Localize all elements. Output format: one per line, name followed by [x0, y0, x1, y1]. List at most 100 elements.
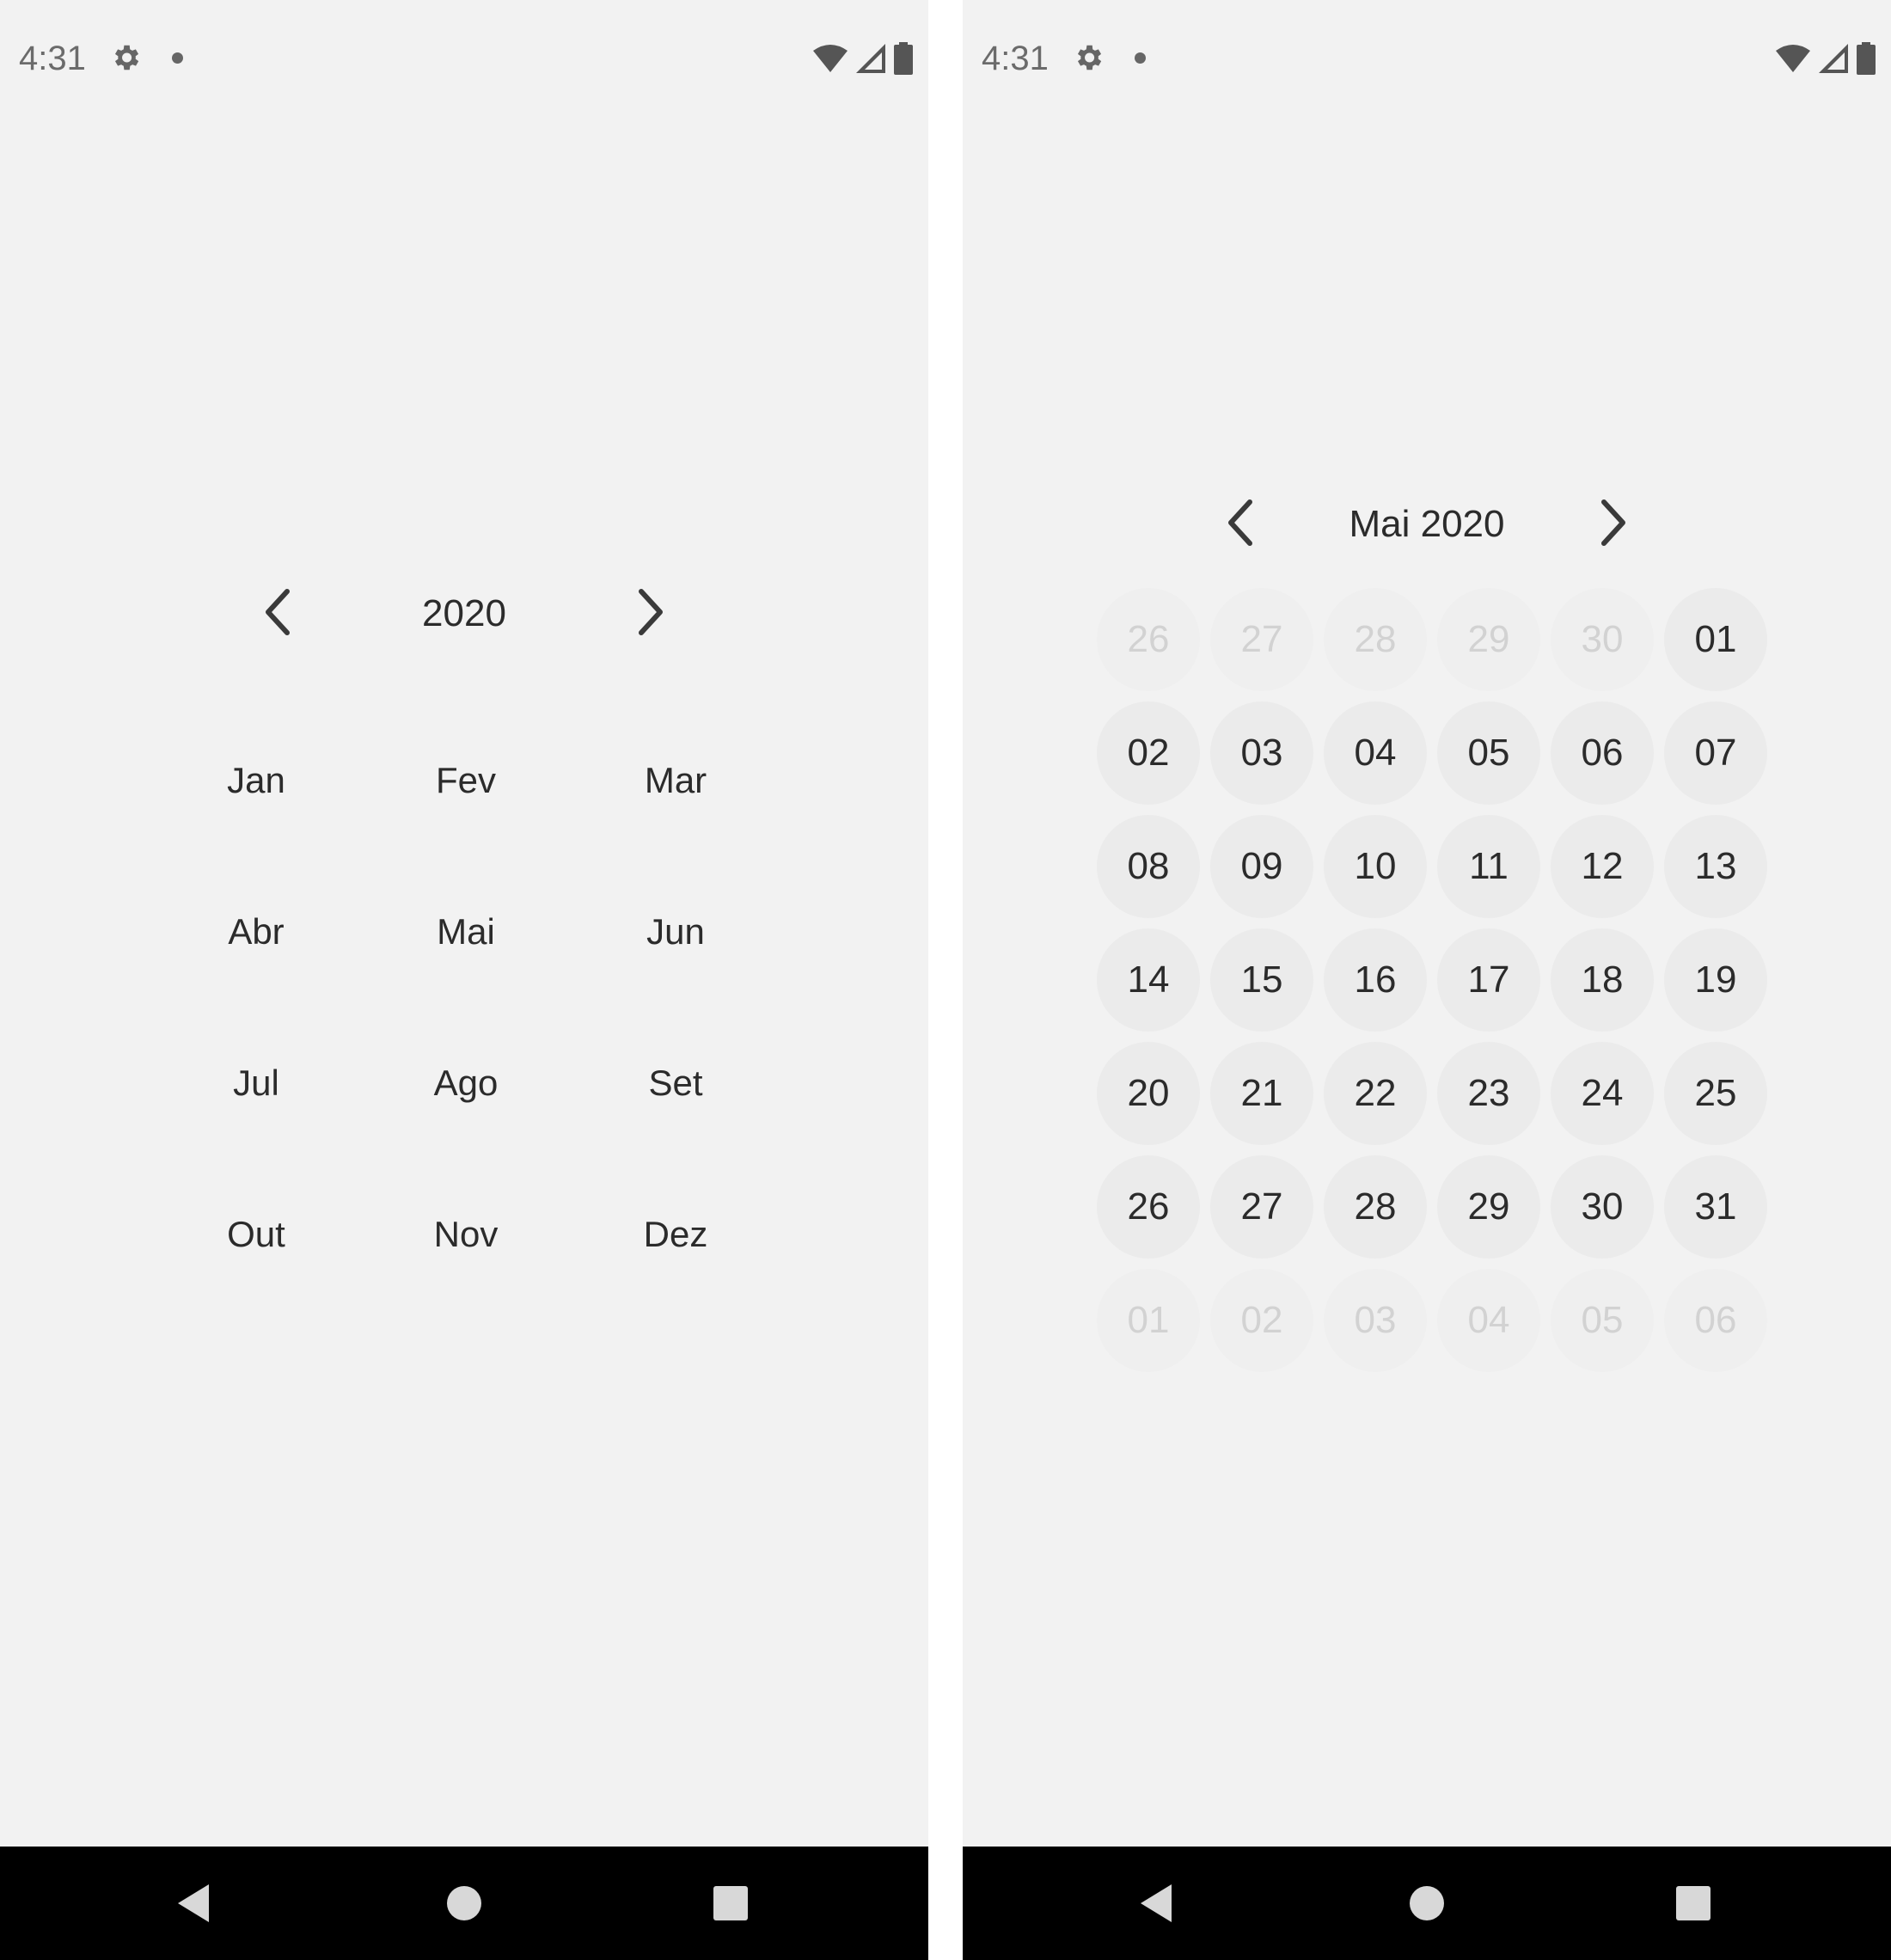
day-button[interactable]: 23 [1437, 1042, 1540, 1145]
day-button[interactable]: 03 [1210, 701, 1313, 805]
day-button[interactable]: 18 [1551, 928, 1654, 1032]
day-button[interactable]: 16 [1324, 928, 1427, 1032]
adjacent-month-day-button[interactable]: 02 [1210, 1269, 1313, 1372]
back-button[interactable] [162, 1872, 224, 1934]
day-cell: 24 [1545, 1037, 1659, 1150]
day-cell: 29 [1432, 1150, 1545, 1264]
status-time: 4:31 [982, 40, 1049, 77]
status-bar: 4:31 [0, 0, 928, 117]
day-button[interactable]: 09 [1210, 815, 1313, 918]
day-button[interactable]: 25 [1664, 1042, 1767, 1145]
adjacent-month-day-button[interactable]: 28 [1324, 588, 1427, 691]
day-cell: 18 [1545, 923, 1659, 1037]
status-bar: 4:31 [963, 0, 1891, 117]
day-cell: 19 [1659, 923, 1772, 1037]
day-button[interactable]: 29 [1437, 1155, 1540, 1259]
day-cell: 14 [1092, 923, 1205, 1037]
navigation-bar [963, 1847, 1891, 1960]
adjacent-month-day-button[interactable]: 29 [1437, 588, 1540, 691]
day-button[interactable]: 07 [1664, 701, 1767, 805]
month-cell[interactable]: Mai [361, 856, 571, 1008]
day-cell: 23 [1432, 1037, 1545, 1150]
recents-button[interactable] [700, 1872, 762, 1934]
day-cell: 07 [1659, 696, 1772, 810]
day-cell: 11 [1432, 810, 1545, 923]
month-cell[interactable]: Nov [361, 1159, 571, 1310]
month-picker-screen: 4:31 2020 Jan Fev Mar Abr Mai Jun Jul Ag… [0, 0, 928, 1960]
adjacent-month-day-button[interactable]: 04 [1437, 1269, 1540, 1372]
day-button[interactable]: 22 [1324, 1042, 1427, 1145]
adjacent-month-day-button[interactable]: 26 [1097, 588, 1200, 691]
day-cell: 02 [1092, 696, 1205, 810]
day-cell: 29 [1432, 583, 1545, 696]
previous-month-button[interactable] [1215, 497, 1267, 548]
adjacent-month-day-button[interactable]: 30 [1551, 588, 1654, 691]
day-button[interactable]: 31 [1664, 1155, 1767, 1259]
day-cell: 13 [1659, 810, 1772, 923]
adjacent-month-day-button[interactable]: 05 [1551, 1269, 1654, 1372]
day-button[interactable]: 08 [1097, 815, 1200, 918]
day-picker-screen: 4:31 Mai 2020 26 27 28 29 30 01 02 03 04… [963, 0, 1891, 1960]
next-month-button[interactable] [1587, 497, 1638, 548]
day-button[interactable]: 27 [1210, 1155, 1313, 1259]
day-button[interactable]: 05 [1437, 701, 1540, 805]
home-icon [1410, 1886, 1444, 1920]
day-button[interactable]: 13 [1664, 815, 1767, 918]
month-cell[interactable]: Dez [571, 1159, 780, 1310]
home-button[interactable] [433, 1872, 495, 1934]
day-button[interactable]: 15 [1210, 928, 1313, 1032]
day-button[interactable]: 17 [1437, 928, 1540, 1032]
day-button[interactable]: 28 [1324, 1155, 1427, 1259]
day-button[interactable]: 04 [1324, 701, 1427, 805]
next-year-button[interactable] [624, 586, 676, 638]
battery-icon [894, 42, 913, 75]
day-button[interactable]: 06 [1551, 701, 1654, 805]
battery-icon [1857, 42, 1876, 75]
day-button[interactable]: 14 [1097, 928, 1200, 1032]
wifi-icon [1776, 45, 1810, 72]
month-cell[interactable]: Ago [361, 1008, 571, 1159]
day-button[interactable]: 30 [1551, 1155, 1654, 1259]
year-title[interactable]: 2020 [335, 593, 593, 634]
status-time: 4:31 [19, 40, 86, 77]
gear-icon [1077, 45, 1102, 70]
day-cell: 05 [1545, 1264, 1659, 1377]
adjacent-month-day-button[interactable]: 27 [1210, 588, 1313, 691]
day-button[interactable]: 12 [1551, 815, 1654, 918]
previous-year-button[interactable] [253, 586, 304, 638]
day-cell: 16 [1319, 923, 1432, 1037]
adjacent-month-day-button[interactable]: 06 [1664, 1269, 1767, 1372]
recents-button[interactable] [1662, 1872, 1724, 1934]
gear-icon [114, 45, 139, 70]
day-button[interactable]: 10 [1324, 815, 1427, 918]
adjacent-month-day-button[interactable]: 01 [1097, 1269, 1200, 1372]
month-cell[interactable]: Out [151, 1159, 361, 1310]
month-cell[interactable]: Fev [361, 705, 571, 856]
day-cell: 26 [1092, 1150, 1205, 1264]
month-cell[interactable]: Mar [571, 705, 780, 856]
status-icons [1776, 41, 1876, 76]
adjacent-month-day-button[interactable]: 03 [1324, 1269, 1427, 1372]
month-title[interactable]: Mai 2020 [1281, 504, 1573, 545]
day-button[interactable]: 26 [1097, 1155, 1200, 1259]
day-button[interactable]: 21 [1210, 1042, 1313, 1145]
back-button[interactable] [1125, 1872, 1187, 1934]
chevron-right-icon [1601, 499, 1625, 546]
month-cell[interactable]: Set [571, 1008, 780, 1159]
day-button[interactable]: 20 [1097, 1042, 1200, 1145]
month-cell[interactable]: Abr [151, 856, 361, 1008]
home-button[interactable] [1396, 1872, 1458, 1934]
day-cell: 27 [1205, 1150, 1319, 1264]
month-cell[interactable]: Jul [151, 1008, 361, 1159]
day-button[interactable]: 02 [1097, 701, 1200, 805]
month-cell[interactable]: Jun [571, 856, 780, 1008]
day-button[interactable]: 11 [1437, 815, 1540, 918]
day-button[interactable]: 01 [1664, 588, 1767, 691]
day-cell: 28 [1319, 1150, 1432, 1264]
day-grid: 26 27 28 29 30 01 02 03 04 05 06 07 08 09 10 11 12 13 14 15… [1092, 583, 1772, 1377]
day-cell: 12 [1545, 810, 1659, 923]
day-button[interactable]: 19 [1664, 928, 1767, 1032]
month-header: Mai 2020 [1195, 478, 1659, 567]
day-button[interactable]: 24 [1551, 1042, 1654, 1145]
month-cell[interactable]: Jan [151, 705, 361, 856]
